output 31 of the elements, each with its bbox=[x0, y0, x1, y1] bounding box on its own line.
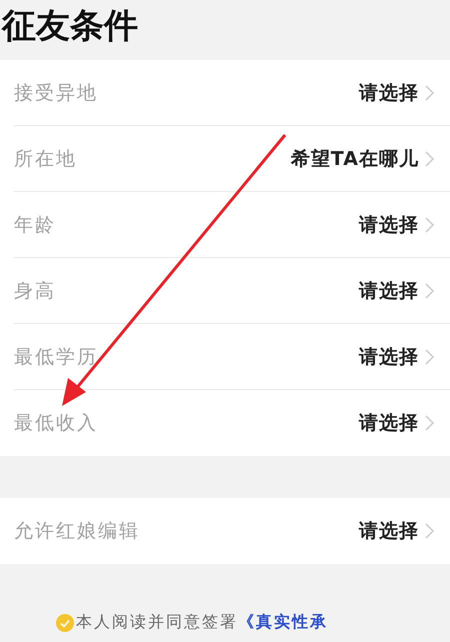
chevron-right-icon bbox=[425, 523, 434, 539]
option-label: 所在地 bbox=[14, 146, 78, 172]
option-row[interactable]: 允许红娘编辑 请选择 bbox=[14, 498, 450, 564]
option-row[interactable]: 年龄 请选择 bbox=[14, 192, 450, 258]
option-label: 接受异地 bbox=[14, 80, 99, 106]
option-row[interactable]: 所在地 希望TA在哪儿 bbox=[14, 126, 450, 192]
option-value: 请选择 bbox=[359, 519, 419, 544]
chevron-right-icon bbox=[425, 84, 434, 100]
agreement-link[interactable]: 《真实性承 bbox=[238, 612, 328, 633]
option-value: 请选择 bbox=[359, 80, 419, 106]
checkbox[interactable] bbox=[56, 614, 74, 632]
option-row[interactable]: 身高 请选择 bbox=[14, 258, 450, 324]
chevron-right-icon bbox=[425, 282, 434, 298]
option-value: 请选择 bbox=[359, 344, 419, 370]
chevron-right-icon bbox=[425, 415, 434, 431]
chevron-right-icon bbox=[425, 348, 434, 364]
option-label: 最低学历 bbox=[14, 344, 99, 370]
option-label: 年龄 bbox=[14, 212, 57, 238]
option-value: 请选择 bbox=[359, 212, 419, 238]
option-label: 最低收入 bbox=[14, 411, 99, 436]
option-row[interactable]: 接受异地 请选择 bbox=[14, 60, 450, 126]
option-label: 身高 bbox=[14, 278, 57, 304]
option-value: 希望TA在哪儿 bbox=[290, 146, 419, 172]
option-label: 允许红娘编辑 bbox=[14, 519, 141, 544]
option-value: 请选择 bbox=[359, 278, 419, 304]
chevron-right-icon bbox=[425, 150, 434, 166]
option-row[interactable]: 最低收入 请选择 bbox=[14, 390, 450, 456]
option-value: 请选择 bbox=[359, 411, 419, 436]
page-title: 征友条件 bbox=[2, 5, 138, 48]
agreement-text: 本人阅读并同意签署 bbox=[76, 612, 238, 633]
chevron-right-icon bbox=[425, 216, 434, 232]
